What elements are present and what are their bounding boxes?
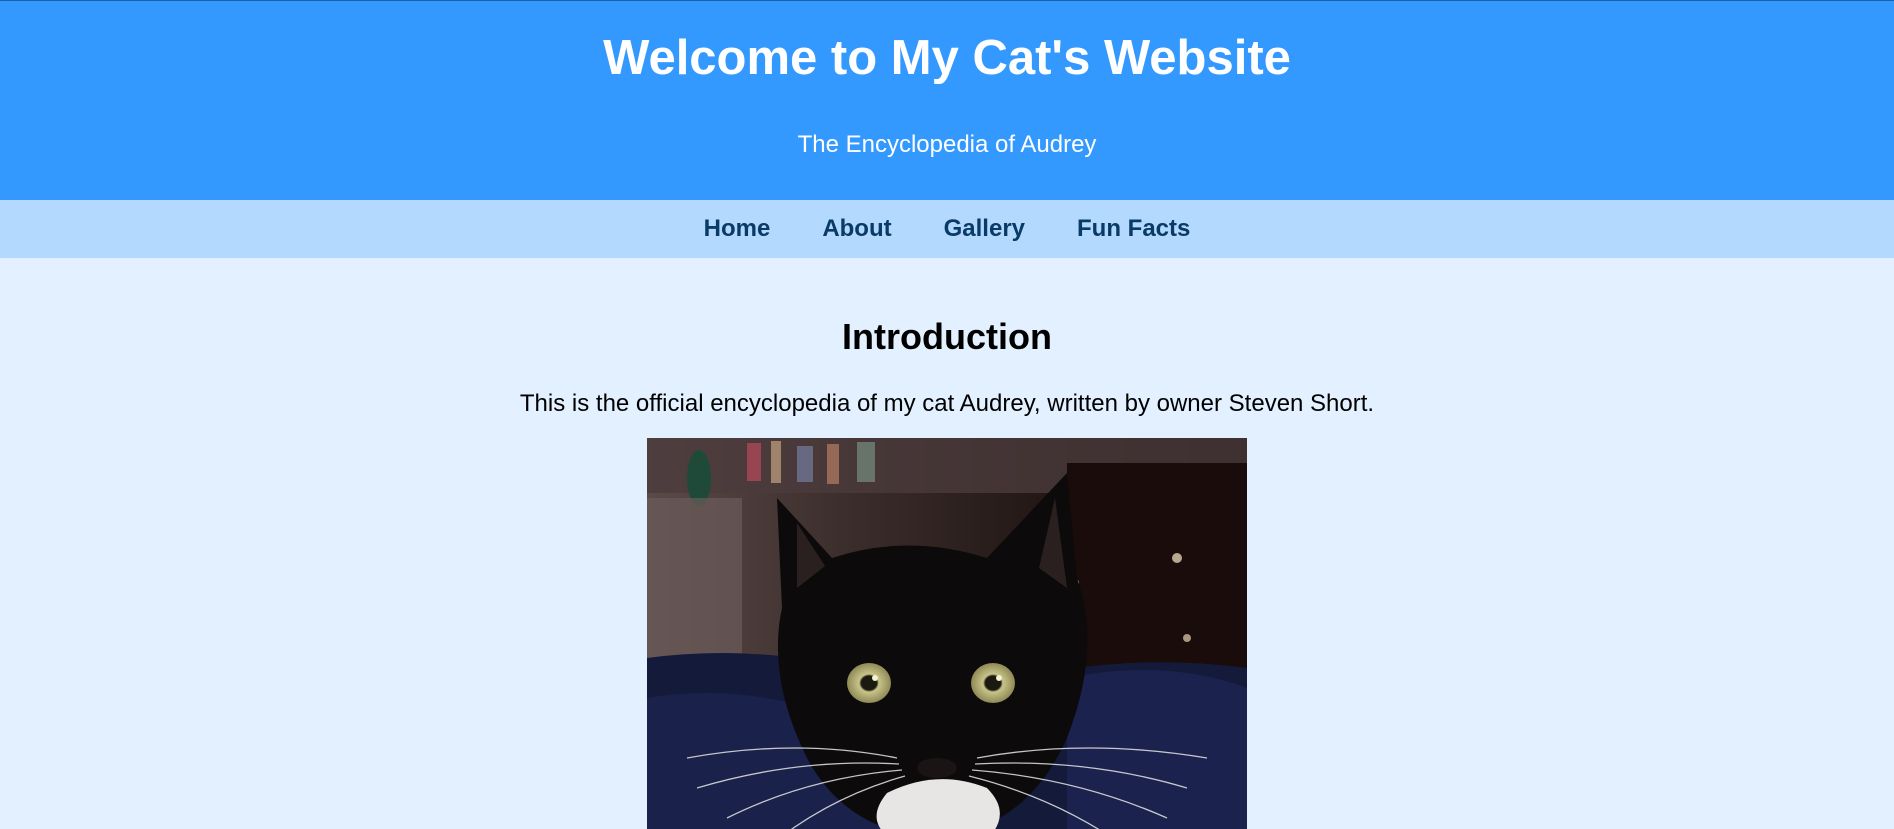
cat-photo [647, 438, 1247, 829]
main-nav: Home About Gallery Fun Facts [0, 200, 1894, 258]
site-title: Welcome to My Cat's Website [603, 31, 1291, 85]
nav-item-about[interactable]: About [822, 215, 891, 243]
site-subtitle: The Encyclopedia of Audrey [797, 131, 1097, 158]
intro-paragraph: This is the official encyclopedia of my … [519, 390, 1375, 417]
nav-item-home[interactable]: Home [704, 215, 771, 243]
section-heading: Introduction [842, 316, 1052, 357]
site-header: Welcome to My Cat's Website The Encyclop… [0, 1, 1894, 200]
nav-item-gallery[interactable]: Gallery [944, 215, 1025, 243]
main-content: Introduction This is the official encycl… [0, 258, 1894, 829]
nav-item-fun-facts[interactable]: Fun Facts [1077, 215, 1190, 243]
